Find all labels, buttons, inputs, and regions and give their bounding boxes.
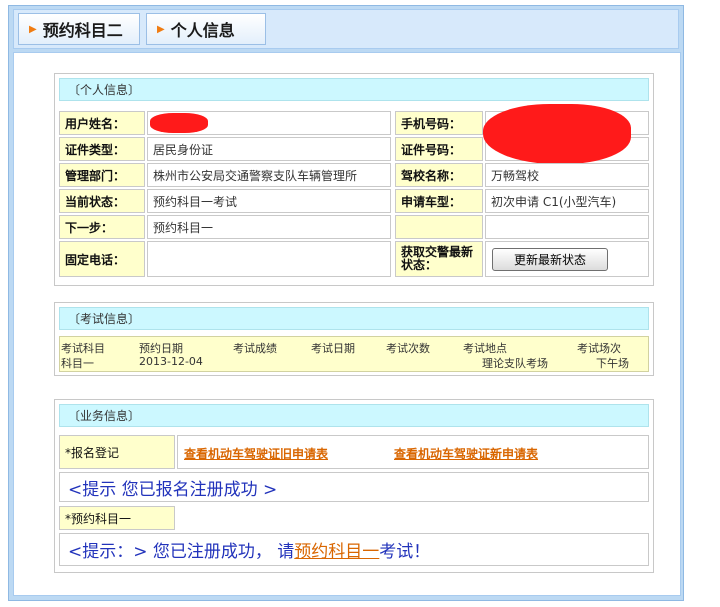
link-old-application[interactable]: 查看机动车驾驶证旧申请表 bbox=[184, 445, 328, 462]
value-user-name bbox=[147, 111, 391, 135]
row-subject: 科目一 bbox=[61, 357, 94, 370]
row-appoint-date: 2013-12-04 bbox=[139, 355, 203, 368]
redaction-mark bbox=[483, 104, 631, 164]
col-subject: 考试科目 bbox=[61, 342, 105, 355]
value-empty bbox=[485, 215, 649, 239]
col-session: 考试场次 bbox=[577, 342, 621, 355]
value-department: 株州市公安局交通警察支队车辆管理所 bbox=[147, 163, 391, 187]
label-landline: 固定电话： bbox=[59, 241, 145, 277]
label-driving-school: 驾校名称： bbox=[395, 163, 483, 187]
links-cell: 查看机动车驾驶证旧申请表 查看机动车驾驶证新申请表 bbox=[177, 435, 649, 469]
label-registration: *报名登记 bbox=[59, 435, 175, 469]
link-new-application[interactable]: 查看机动车驾驶证新申请表 bbox=[394, 445, 538, 462]
section-header: 〔业务信息〕 bbox=[59, 404, 649, 427]
business-info-section: 〔业务信息〕 *报名登记 查看机动车驾驶证旧申请表 查看机动车驾驶证新申请表 <… bbox=[54, 399, 654, 573]
appoint-hint: <提示：> 您已注册成功， 请预约科目一 考试！ bbox=[59, 533, 649, 566]
label-appoint-subject-one: *预约科目一 bbox=[59, 506, 175, 530]
value-id-type: 居民身份证 bbox=[147, 137, 391, 161]
label-user-name: 用户姓名： bbox=[59, 111, 145, 135]
value-landline bbox=[147, 241, 391, 277]
exam-table: 考试科目 预约日期 考试成绩 考试日期 考试次数 考试地点 考试场次 科目一 2… bbox=[59, 336, 649, 372]
label-fetch-status: 获取交警最新状态： bbox=[395, 241, 483, 277]
tab-personal-info[interactable]: ▶ 个人信息 bbox=[146, 13, 266, 45]
arrow-right-icon: ▶ bbox=[29, 23, 37, 35]
col-location: 考试地点 bbox=[463, 342, 507, 355]
value-current-status: 预约科目一考试 bbox=[147, 189, 391, 213]
hint-suffix: 考试！ bbox=[379, 542, 431, 562]
section-header: 〔个人信息〕 bbox=[59, 78, 649, 101]
registration-hint: <提示 您已报名注册成功 > bbox=[59, 472, 649, 502]
tab-bar: ▶ 预约科目二 ▶ 个人信息 bbox=[13, 9, 679, 49]
exam-info-section: 〔考试信息〕 考试科目 预约日期 考试成绩 考试日期 考试次数 考试地点 考试场… bbox=[54, 302, 654, 376]
label-id-number: 证件号码： bbox=[395, 137, 483, 161]
col-appoint-date: 预约日期 bbox=[139, 342, 183, 355]
tab-label: 预约科目二 bbox=[42, 21, 123, 40]
label-id-type: 证件类型： bbox=[59, 137, 145, 161]
col-attempts: 考试次数 bbox=[386, 342, 430, 355]
content-panel: 〔个人信息〕 用户姓名： 手机号码： 证件类型： 居民身份证 证件号码： 管理部… bbox=[13, 52, 681, 596]
value-next-step: 预约科目一 bbox=[147, 215, 391, 239]
hint-prefix: <提示：> 您已注册成功， 请 bbox=[68, 542, 295, 562]
col-exam-date: 考试日期 bbox=[311, 342, 355, 355]
tab-label: 个人信息 bbox=[170, 21, 235, 40]
value-driving-school: 万畅驾校 bbox=[485, 163, 649, 187]
label-current-status: 当前状态： bbox=[59, 189, 145, 213]
appoint-subject-one-link[interactable]: 预约科目一 bbox=[294, 537, 379, 562]
row-location: 理论支队考场 bbox=[482, 357, 548, 370]
redaction-mark bbox=[150, 113, 208, 133]
row-session: 下午场 bbox=[596, 357, 629, 370]
tab-appoint-subject-two[interactable]: ▶ 预约科目二 bbox=[18, 13, 140, 45]
label-mobile: 手机号码： bbox=[395, 111, 483, 135]
label-vehicle-type: 申请车型： bbox=[395, 189, 483, 213]
main-frame: ▶ 预约科目二 ▶ 个人信息 〔个人信息〕 用户姓名： 手机号码： 证件类型： … bbox=[8, 5, 684, 601]
arrow-right-icon: ▶ bbox=[157, 23, 165, 35]
label-empty bbox=[395, 215, 483, 239]
personal-info-section: 〔个人信息〕 用户姓名： 手机号码： 证件类型： 居民身份证 证件号码： 管理部… bbox=[54, 73, 654, 286]
label-department: 管理部门： bbox=[59, 163, 145, 187]
col-score: 考试成绩 bbox=[233, 342, 277, 355]
value-vehicle-type: 初次申请 C1(小型汽车) bbox=[485, 189, 649, 213]
section-header: 〔考试信息〕 bbox=[59, 307, 649, 330]
label-next-step: 下一步： bbox=[59, 215, 145, 239]
refresh-status-button[interactable]: 更新最新状态 bbox=[492, 248, 608, 271]
